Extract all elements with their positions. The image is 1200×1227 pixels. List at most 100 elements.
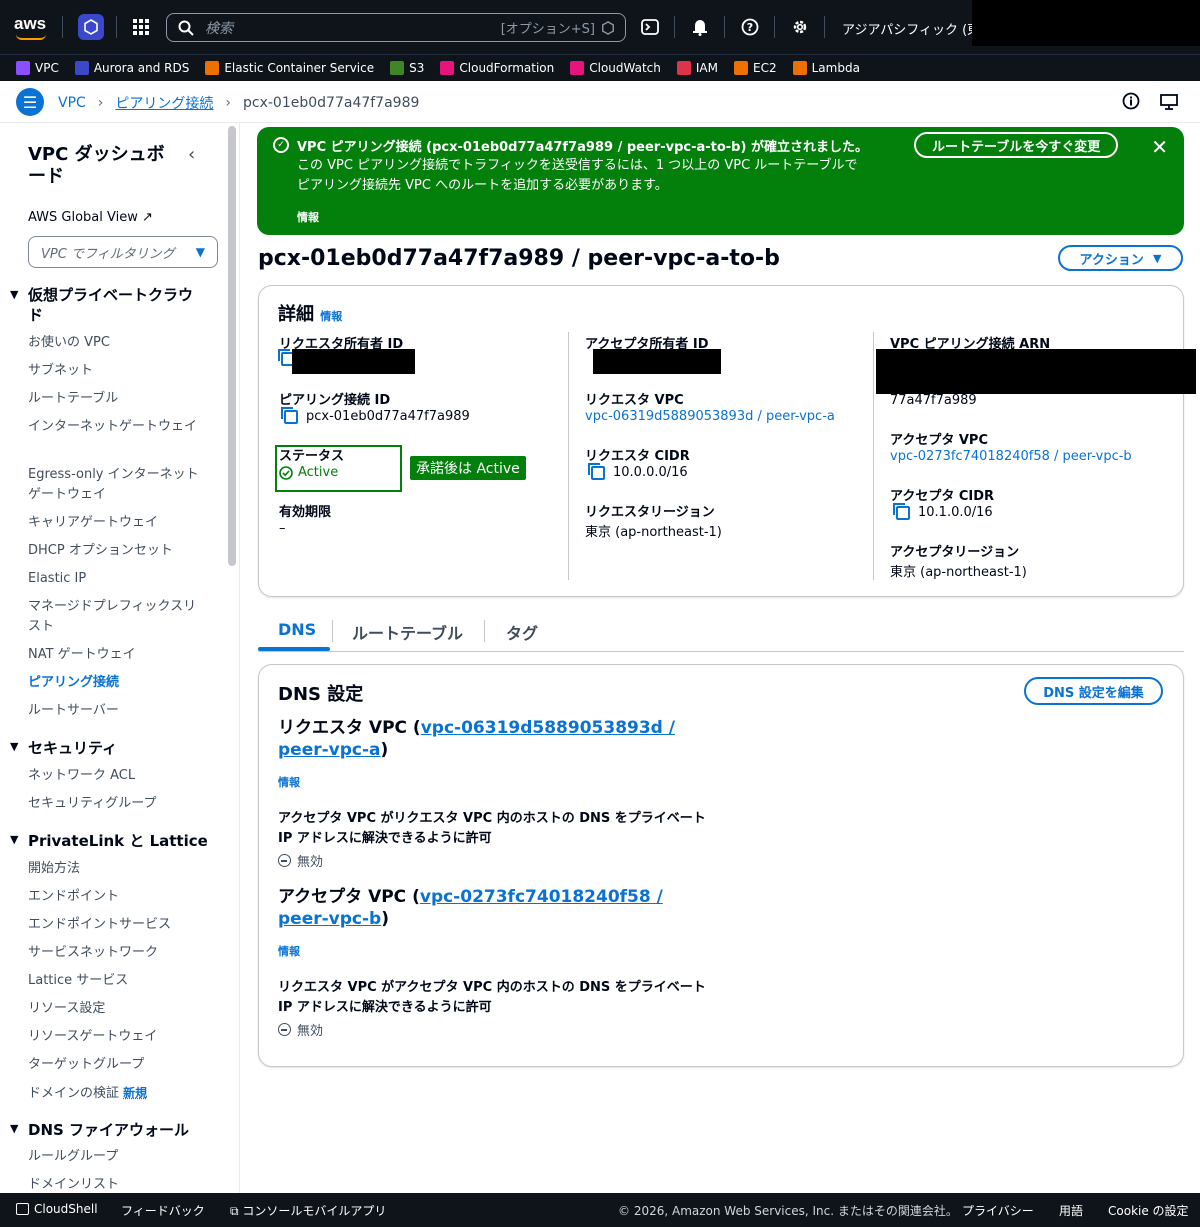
favorite-lambda[interactable]: Lambda [792,61,860,75]
cloudshell-footer-button[interactable]: CloudShell [16,1202,98,1216]
chevron-right-icon: › [225,95,232,111]
nav-section-privatelink[interactable]: ▼ PrivateLink と Lattice [10,830,208,851]
close-icon[interactable]: ✕ [1151,135,1168,159]
tools-panel-icon[interactable] [1160,93,1178,115]
sidebar-title[interactable]: VPC ダッシュボード [28,144,168,188]
nav-section-dns-firewall[interactable]: ▼ DNS ファイアウォール [10,1119,189,1140]
mobile-app-link[interactable]: ⧉ コンソールモバイルアプリ [230,1202,386,1219]
favorite-iam[interactable]: IAM [676,61,718,75]
chevron-left-icon[interactable]: ‹ [188,144,195,165]
details-info-link[interactable]: 情報 [320,310,342,323]
sidebar-item-endpoints[interactable]: エンドポイント [28,887,208,907]
sidebar-item-service-networks[interactable]: サービスネットワーク [28,943,208,963]
sidebar-item-route-tables[interactable]: ルートテーブル [28,389,208,409]
requester-vpc-link[interactable]: vpc-06319d5889053893d / peer-vpc-a [585,409,835,424]
sidebar-item-security-groups[interactable]: セキュリティグループ [28,794,208,814]
accepter-vpc-label: アクセプタ VPC [890,433,989,448]
favorite-elastic-container-service[interactable]: Elastic Container Service [205,61,374,75]
favorite-cloudwatch[interactable]: CloudWatch [570,61,661,75]
services-grid-icon[interactable] [127,13,155,41]
divider [724,16,725,38]
breadcrumb-vpc-link[interactable]: VPC [58,95,86,111]
caret-down-icon: ▼ [10,833,19,846]
favorite-ec2[interactable]: EC2 [734,61,777,75]
banner-info-link[interactable]: 情報 [297,209,319,225]
caret-down-icon: ▼ [10,288,19,301]
actions-button[interactable]: アクション ▼ [1058,245,1183,271]
copy-icon[interactable] [281,406,298,424]
peering-id-value: pcx-01eb0d77a47f7a989 [281,406,470,424]
sidebar-item-target-groups[interactable]: ターゲットグループ [28,1055,208,1075]
copy-icon[interactable] [893,502,910,520]
breadcrumb-peering-link[interactable]: ピアリング接続 [115,93,213,113]
divider [674,16,675,38]
privacy-link[interactable]: プライバシー [962,1202,1034,1219]
favorite-vpc[interactable]: VPC [16,61,59,75]
tab-tags[interactable]: タグ [506,620,538,644]
sidebar-item-carrier-gateways[interactable]: キャリアゲートウェイ [28,513,208,533]
favorite-cloudformation[interactable]: CloudFormation [440,61,554,75]
requester-cidr-label: リクエスタ CIDR [585,449,690,464]
requester-region-value: 東京 (ap-northeast-1) [585,525,722,540]
sidebar-item-domain-verification[interactable]: ドメインの検証 新規 [28,1083,208,1104]
sidebar-item-route-servers[interactable]: ルートサーバー [28,701,208,721]
gear-icon[interactable] [786,13,814,41]
edit-dns-settings-button[interactable]: DNS 設定を編集 [1024,677,1163,705]
caret-down-icon: ▼ [195,245,205,259]
heading-prefix: リクエスタ VPC ( [278,718,421,738]
favorite-s3[interactable]: S3 [390,61,424,75]
menu-icon[interactable]: ☰ [16,88,44,116]
sidebar-item-your-vpcs[interactable]: お使いの VPC [28,333,208,353]
cloudshell-icon[interactable] [636,13,664,41]
favorite-label: EC2 [753,61,777,75]
accepter-vpc-link[interactable]: vpc-0273fc74018240f58 / peer-vpc-b [890,449,1132,464]
sidebar-scrollbar[interactable] [228,126,236,566]
copy-icon[interactable] [588,462,605,480]
amazon-q-small-icon [602,21,614,35]
sidebar-item-endpoint-services[interactable]: エンドポイントサービス [28,915,208,935]
help-icon[interactable]: ? [736,13,764,41]
accepter-dns-info-link[interactable]: 情報 [278,943,300,959]
sidebar-item-resource-gateways[interactable]: リソースゲートウェイ [28,1027,208,1047]
sidebar-item-resource-configs[interactable]: リソース設定 [28,999,208,1019]
search-input[interactable]: 検索 [オプション+S] [166,13,626,42]
terms-link[interactable]: 用語 [1059,1202,1083,1219]
tab-dns[interactable]: DNS [278,620,316,639]
dns-settings-title: DNS 設定 [278,684,364,705]
nav-section-vpc[interactable]: ▼ 仮想プライベートクラウド [10,285,198,325]
cookie-settings-link[interactable]: Cookie の設定 [1108,1202,1189,1219]
edit-route-tables-button[interactable]: ルートテーブルを今すぐ変更 [914,132,1119,158]
accepter-cidr-text: 10.1.0.0/16 [918,505,993,520]
tab-route-tables[interactable]: ルートテーブル [352,620,463,644]
sidebar-item-prefix-lists[interactable]: マネージドプレフィックスリスト [28,597,203,637]
sidebar-item-internet-gateways[interactable]: インターネットゲートウェイ [28,417,203,437]
expiry-label: 有効期限 [279,505,332,520]
requester-dns-info-link[interactable]: 情報 [278,774,300,790]
favorite-label: VPC [35,61,59,75]
aws-global-view-link[interactable]: AWS Global View ↗ [28,210,153,225]
banner-body-line: ピアリング接続先 VPC へのルートを追加する必要があります。 [297,178,668,193]
sidebar-item-subnets[interactable]: サブネット [28,361,208,381]
info-circle-icon[interactable] [1122,92,1140,114]
favorite-aurora-and-rds[interactable]: Aurora and RDS [74,61,189,75]
sidebar-item-dhcp-options[interactable]: DHCP オプションセット [28,541,208,561]
sidebar-item-network-acl[interactable]: ネットワーク ACL [28,766,208,786]
sidebar-item-domain-lists[interactable]: ドメインリスト [28,1175,208,1195]
terminal-icon [16,1203,29,1215]
sidebar-item-nat-gateways[interactable]: NAT ゲートウェイ [28,645,208,665]
console-footer: CloudShell フィードバック ⧉ コンソールモバイルアプリ © 2026… [0,1193,1200,1227]
sidebar-item-peering-connections[interactable]: ピアリング接続 [28,673,208,693]
sidebar-item-rule-groups[interactable]: ルールグループ [28,1147,208,1167]
sidebar-item-elastic-ip[interactable]: Elastic IP [28,569,208,589]
feedback-link[interactable]: フィードバック [121,1202,205,1219]
sidebar-item-getting-started[interactable]: 開始方法 [28,859,208,879]
aws-logo[interactable]: aws [14,14,52,40]
sidebar-item-lattice-services[interactable]: Lattice サービス [28,971,208,991]
amazon-q-icon[interactable] [78,14,104,40]
sidebar-item-egress-only-igw[interactable]: Egress-only インターネットゲートウェイ [28,465,203,505]
account-menu-redacted[interactable] [972,0,1200,46]
bell-icon[interactable] [686,13,714,41]
disabled-icon [278,1023,291,1036]
nav-section-security[interactable]: ▼ セキュリティ [10,737,117,758]
vpc-filter-select[interactable]: VPC でフィルタリング ▼ [28,236,218,268]
